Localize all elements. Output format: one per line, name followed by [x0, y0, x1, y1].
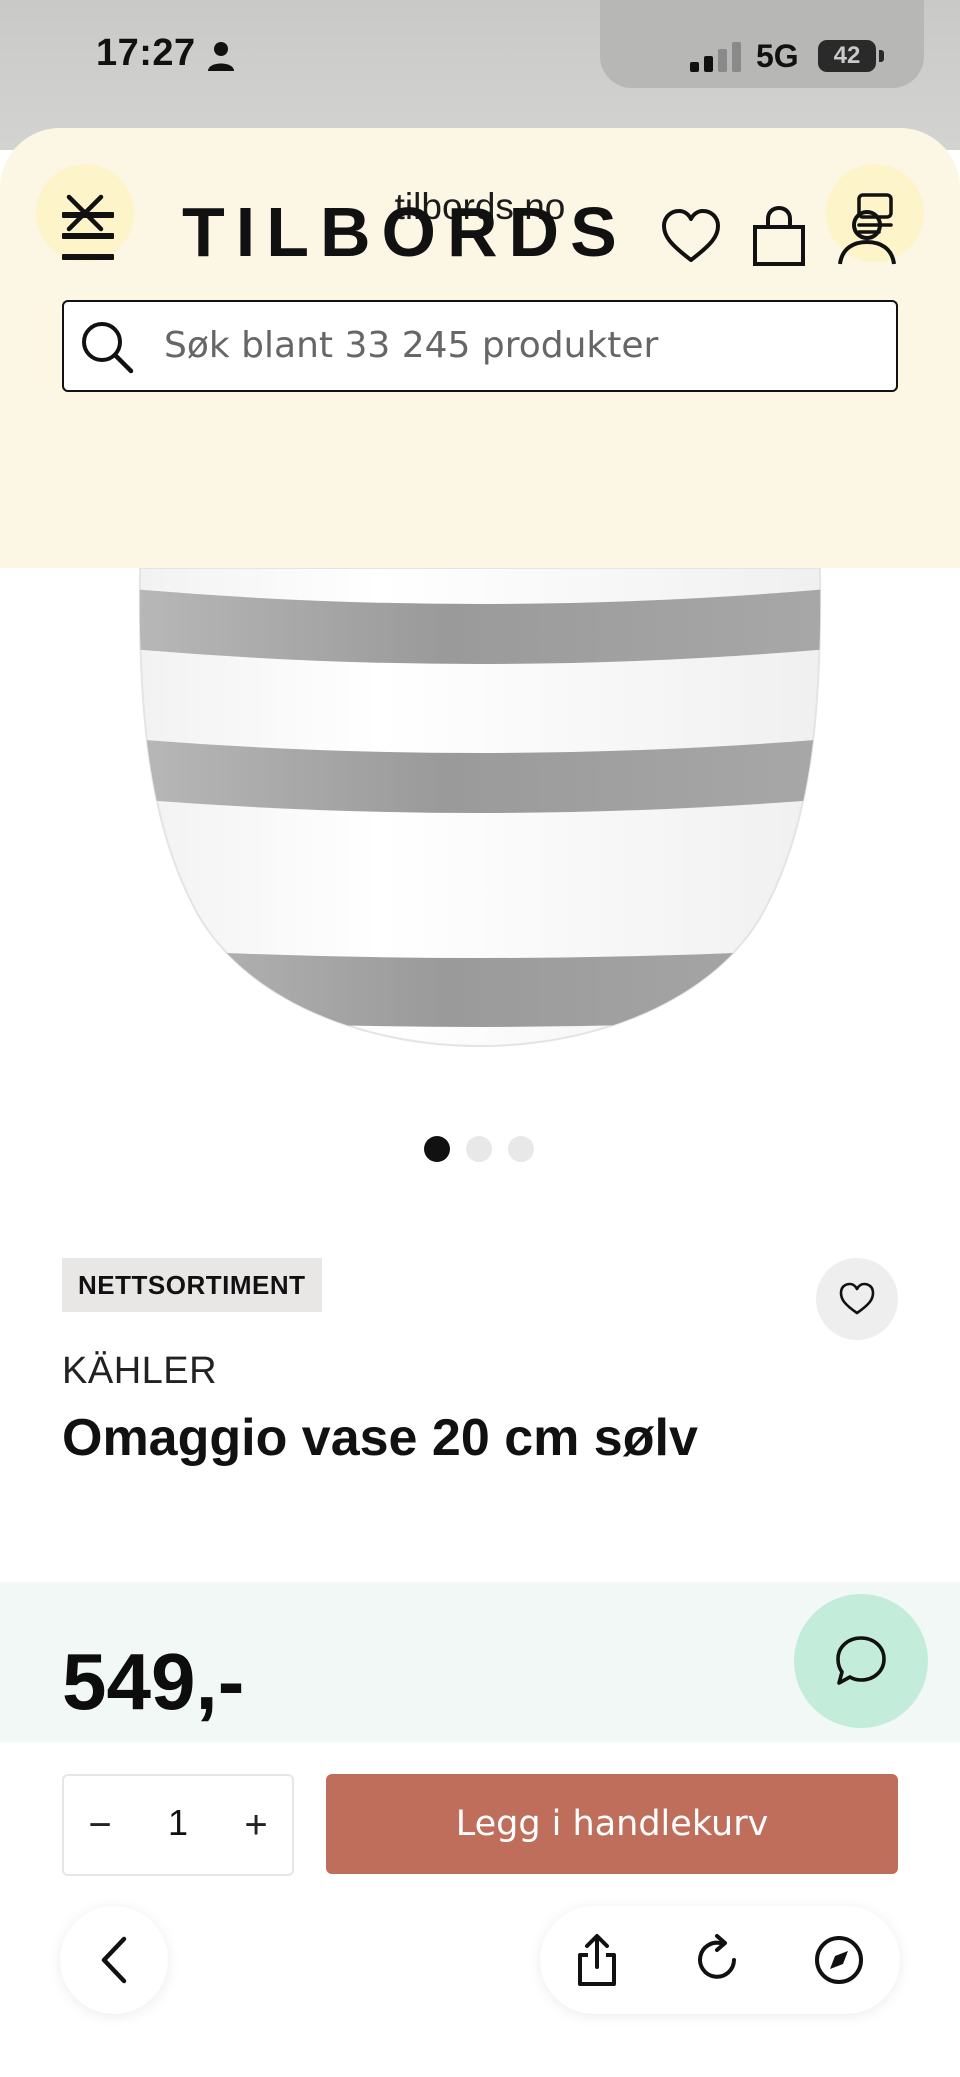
- back-icon: [101, 1936, 127, 1984]
- quantity-decrease-button[interactable]: −: [64, 1776, 136, 1874]
- signal-icon: [690, 42, 741, 72]
- pagination-dot[interactable]: [466, 1136, 492, 1162]
- quantity-stepper: − 1 +: [62, 1774, 294, 1876]
- quantity-increase-button[interactable]: +: [220, 1776, 292, 1874]
- favorite-button[interactable]: [816, 1258, 898, 1340]
- search-icon: [82, 322, 134, 374]
- availability-badge: NETTSORTIMENT: [62, 1258, 322, 1312]
- search-input[interactable]: [164, 312, 864, 378]
- product-brand[interactable]: KÄHLER: [62, 1350, 217, 1393]
- user-icon[interactable]: [836, 206, 898, 268]
- battery-tip: [879, 50, 884, 62]
- network-type: 5G: [756, 38, 799, 74]
- heart-icon[interactable]: [660, 206, 722, 268]
- heart-icon: [839, 1282, 875, 1315]
- quantity-value[interactable]: 1: [136, 1802, 220, 1844]
- compass-icon[interactable]: [812, 1933, 866, 1987]
- share-icon[interactable]: [570, 1933, 624, 1987]
- site-logo[interactable]: TILBORDS: [182, 192, 628, 272]
- person-icon: [208, 42, 234, 71]
- chat-icon: [836, 1636, 886, 1685]
- reload-icon[interactable]: [690, 1933, 744, 1987]
- product-image[interactable]: [0, 568, 960, 1108]
- back-button[interactable]: [60, 1906, 168, 2014]
- status-time: 17:27: [96, 32, 196, 74]
- product-price: 549,-: [62, 1637, 245, 1726]
- image-pagination[interactable]: [424, 1136, 534, 1162]
- pagination-dot[interactable]: [508, 1136, 534, 1162]
- bag-icon[interactable]: [748, 206, 810, 268]
- battery-icon: 42: [818, 40, 876, 72]
- chat-button[interactable]: [794, 1594, 928, 1728]
- browser-toolbar: [540, 1906, 900, 2014]
- menu-icon[interactable]: [62, 212, 114, 260]
- add-to-cart-button[interactable]: Legg i handlekurv: [326, 1774, 898, 1874]
- search-box[interactable]: [62, 300, 898, 392]
- pagination-dot[interactable]: [424, 1136, 450, 1162]
- product-title: Omaggio vase 20 cm sølv: [62, 1409, 698, 1467]
